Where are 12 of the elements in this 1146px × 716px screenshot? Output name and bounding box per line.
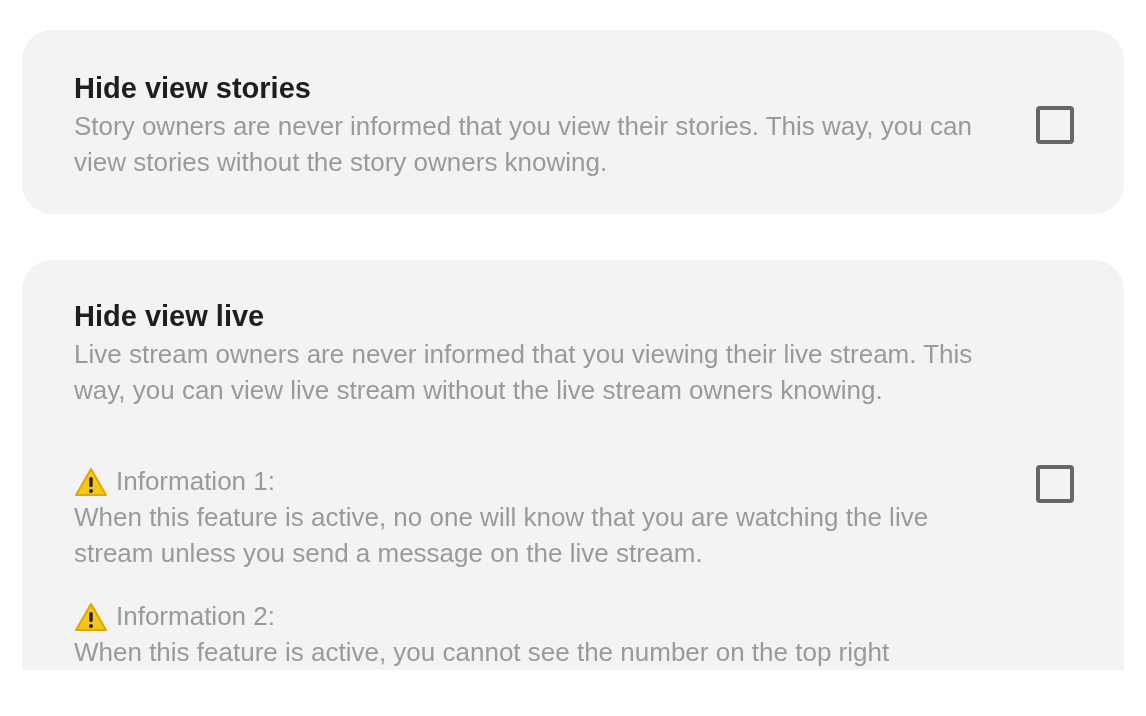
- setting-title: Hide view live: [74, 299, 266, 334]
- info-text: When this feature is active, no one will know that you are watching the live stream unless you send a message on the live stream.: [74, 501, 930, 570]
- info-label: Information 2:: [116, 600, 275, 633]
- info-label: Information 1:: [116, 465, 275, 498]
- warning-icon: [74, 466, 108, 497]
- setting-description: Story owners are never informed that you view their stories. This way, you can view stories without the story owners knowing.: [74, 110, 973, 179]
- setting-description: Live stream owners are never informed that you viewing their live stream. This way, you can view live stream without the live stream owners knowing.: [74, 338, 974, 407]
- checkbox[interactable]: [1036, 106, 1074, 144]
- warning-icon: [74, 601, 108, 632]
- info-text: When this feature is active, you cannot see the number on the top right: [74, 636, 891, 669]
- setting-title: Hide view stories: [74, 71, 312, 106]
- checkbox[interactable]: [1036, 465, 1074, 503]
